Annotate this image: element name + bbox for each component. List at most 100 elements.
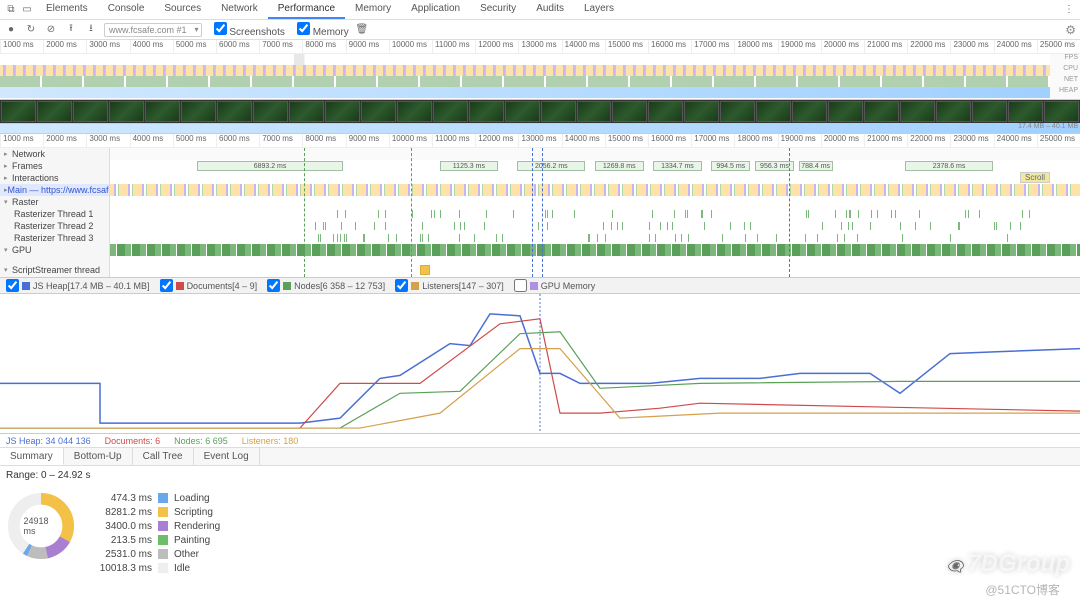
- screenshot-frame[interactable]: [1, 101, 36, 122]
- screenshot-frame[interactable]: [181, 101, 216, 122]
- screenshot-frame[interactable]: [289, 101, 324, 122]
- screenshot-frame[interactable]: [145, 101, 180, 122]
- memory-chart[interactable]: [0, 294, 1080, 434]
- clear-icon[interactable]: ⊘: [44, 23, 58, 37]
- record-icon[interactable]: ●: [4, 23, 18, 37]
- raster3-row: [110, 232, 1080, 244]
- inspect-icon[interactable]: ⧉: [4, 3, 18, 17]
- screenshot-frame[interactable]: [541, 101, 576, 122]
- tab-console[interactable]: Console: [98, 0, 155, 19]
- overview-lane-labels: FPSCPUNETHEAP: [1050, 54, 1080, 98]
- tab-sources[interactable]: Sources: [154, 0, 211, 19]
- track-gpu[interactable]: ▾GPU: [0, 244, 109, 256]
- frame-time: 1125.3 ms: [440, 161, 498, 171]
- flame-chart[interactable]: ▸Network ▸Frames ▸Interactions ▸Main — h…: [0, 148, 1080, 278]
- screenshot-frame[interactable]: [433, 101, 468, 122]
- screenshot-frame[interactable]: [109, 101, 144, 122]
- frame-time: 1269.8 ms: [595, 161, 644, 171]
- main-row: [110, 184, 1080, 196]
- screenshot-frame[interactable]: [648, 101, 683, 122]
- track-raster2[interactable]: Rasterizer Thread 2: [0, 220, 109, 232]
- tab-audits[interactable]: Audits: [526, 0, 574, 19]
- tab-network[interactable]: Network: [211, 0, 268, 19]
- screenshot-frame[interactable]: [612, 101, 647, 122]
- screenshot-frame[interactable]: [900, 101, 935, 122]
- tab-memory[interactable]: Memory: [345, 0, 401, 19]
- tab-layers[interactable]: Layers: [574, 0, 624, 19]
- track-raster1[interactable]: Rasterizer Thread 1: [0, 208, 109, 220]
- gpumem-toggle[interactable]: GPU Memory: [514, 279, 596, 292]
- interactions-row: Scroll: [110, 172, 1080, 184]
- documents-toggle[interactable]: Documents[4 – 9]: [160, 279, 258, 292]
- gpu-row: [110, 244, 1080, 256]
- track-frames[interactable]: ▸Frames: [0, 160, 109, 172]
- screenshot-frame[interactable]: [972, 101, 1007, 122]
- btab-summary[interactable]: Summary: [0, 448, 64, 465]
- tab-application[interactable]: Application: [401, 0, 470, 19]
- tab-performance[interactable]: Performance: [268, 0, 345, 19]
- heap-lane: [0, 87, 1050, 98]
- screenshot-frame[interactable]: [217, 101, 252, 122]
- screenshot-frame[interactable]: [73, 101, 108, 122]
- track-raster3[interactable]: Rasterizer Thread 3: [0, 232, 109, 244]
- network-row: [110, 148, 1080, 160]
- summary-legend: 474.3 msLoading8281.2 msScripting3400.0 …: [96, 491, 220, 575]
- track-raster[interactable]: ▾Raster: [0, 196, 109, 208]
- flame-tracks[interactable]: 6893.2 ms1125.3 ms2056.2 ms1269.8 ms1334…: [110, 148, 1080, 277]
- jsheap-toggle[interactable]: JS Heap[17.4 MB – 40.1 MB]: [6, 279, 150, 292]
- screenshot-frame[interactable]: [684, 101, 719, 122]
- screenshot-frame[interactable]: [864, 101, 899, 122]
- nodes-readout: Nodes: 6 695: [174, 436, 228, 446]
- screenshot-frame[interactable]: [792, 101, 827, 122]
- track-scriptstreamer[interactable]: ▾ScriptStreamer thread: [0, 264, 109, 276]
- tab-security[interactable]: Security: [470, 0, 526, 19]
- screenshot-frame[interactable]: [325, 101, 360, 122]
- collect-garbage-icon[interactable]: 🗑: [355, 23, 369, 37]
- spacer: [110, 256, 1080, 264]
- btab-call-tree[interactable]: Call Tree: [133, 448, 194, 465]
- btab-event-log[interactable]: Event Log: [194, 448, 260, 465]
- frame-time: 6893.2 ms: [197, 161, 343, 171]
- btab-bottom-up[interactable]: Bottom-Up: [64, 448, 133, 465]
- frames-row: 6893.2 ms1125.3 ms2056.2 ms1269.8 ms1334…: [110, 160, 1080, 172]
- tab-elements[interactable]: Elements: [36, 0, 98, 19]
- listeners-toggle[interactable]: Listeners[147 – 307]: [395, 279, 504, 292]
- frame-time: 956.3 ms: [755, 161, 794, 171]
- screenshot-frame[interactable]: [577, 101, 612, 122]
- track-main[interactable]: ▸Main — https://www.fcsafe.com/: [0, 184, 109, 196]
- screenshot-frame[interactable]: [1008, 101, 1043, 122]
- documents-readout: Documents: 6: [105, 436, 161, 446]
- screenshot-frame[interactable]: [361, 101, 396, 122]
- screenshot-frame[interactable]: [253, 101, 288, 122]
- more-icon[interactable]: ⋮: [1062, 3, 1076, 17]
- memory-readouts: JS Heap: 34 044 136 Documents: 6 Nodes: …: [0, 434, 1080, 448]
- screenshot-frame[interactable]: [828, 101, 863, 122]
- track-network[interactable]: ▸Network: [0, 148, 109, 160]
- nodes-toggle[interactable]: Nodes[6 358 – 12 753]: [267, 279, 385, 292]
- screenshot-frame[interactable]: [756, 101, 791, 122]
- screenshot-filmstrip[interactable]: [0, 100, 1080, 124]
- raster2-row: [110, 220, 1080, 232]
- screenshot-frame[interactable]: [720, 101, 755, 122]
- summary-row: 2531.0 msOther: [96, 547, 220, 561]
- device-toolbar-icon[interactable]: ▭: [20, 3, 34, 17]
- overview-lanes: [0, 54, 1050, 99]
- screenshots-toggle[interactable]: Screenshots: [208, 22, 285, 38]
- recording-dropdown[interactable]: www.fcsafe.com #1: [104, 23, 202, 37]
- memory-svg: [0, 294, 1080, 433]
- screenshot-frame[interactable]: [469, 101, 504, 122]
- settings-icon[interactable]: ⚙: [1065, 23, 1076, 37]
- screenshot-frame[interactable]: [505, 101, 540, 122]
- screenshot-frame[interactable]: [37, 101, 72, 122]
- screenshot-frame[interactable]: [936, 101, 971, 122]
- summary-row: 474.3 msLoading: [96, 491, 220, 505]
- save-icon[interactable]: ⭳: [84, 23, 98, 37]
- overview-timeline[interactable]: 1000 ms2000 ms3000 ms4000 ms5000 ms6000 …: [0, 40, 1080, 100]
- track-interactions[interactable]: ▸Interactions: [0, 172, 109, 184]
- screenshot-frame[interactable]: [397, 101, 432, 122]
- screenshot-frame[interactable]: [1044, 101, 1079, 122]
- load-icon[interactable]: ⭱: [64, 23, 78, 37]
- memory-toggle[interactable]: Memory: [291, 22, 349, 38]
- raster1-row: [110, 208, 1080, 220]
- reload-icon[interactable]: ↻: [24, 23, 38, 37]
